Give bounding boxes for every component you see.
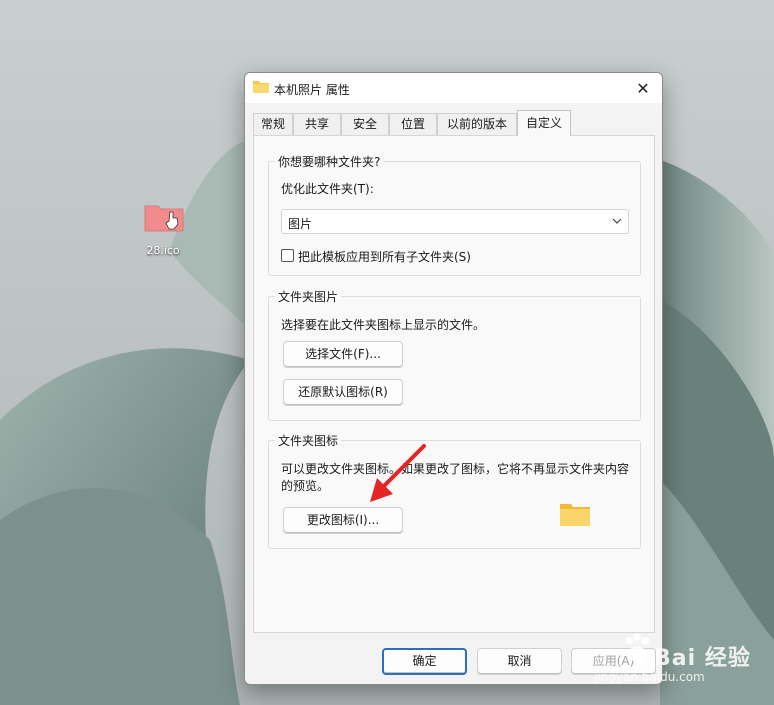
tab-previous-versions[interactable]: 以前的版本 <box>437 113 517 135</box>
restore-default-icon-button[interactable]: 还原默认图标(R) <box>283 379 403 406</box>
desktop-file-icon[interactable]: 28.ico <box>132 196 194 266</box>
cancel-button[interactable]: 取消 <box>477 648 562 675</box>
dialog-title: 本机照片 属性 <box>274 83 350 97</box>
tab-security[interactable]: 安全 <box>341 113 389 135</box>
change-icon-button[interactable]: 更改图标(I)... <box>283 507 403 534</box>
folder-type-group: 你想要哪种文件夹? 优化此文件夹(T): 图片 把此模板应用到所有子文件夹(S) <box>268 153 641 276</box>
folder-icon-description-line2: 的预览。 <box>281 479 330 493</box>
chevron-down-icon <box>612 218 622 224</box>
pink-folder-hand-icon <box>144 205 184 232</box>
folder-type-legend: 你想要哪种文件夹? <box>275 153 384 170</box>
tab-customize[interactable]: 自定义 <box>517 110 571 136</box>
folder-picture-group: 文件夹图片 选择要在此文件夹图标上显示的文件。 选择文件(F)... 还原默认图… <box>268 288 641 421</box>
ok-button[interactable]: 确定 <box>382 648 467 675</box>
apply-subfolders-checkbox[interactable] <box>281 249 294 262</box>
folder-picture-legend: 文件夹图片 <box>275 288 342 305</box>
tab-location[interactable]: 位置 <box>389 113 437 135</box>
folder-picture-description: 选择要在此文件夹图标上显示的文件。 <box>281 318 486 332</box>
properties-dialog: 本机照片 属性 ✕ 常规 共享 安全 位置 以前的版本 自定义 你想要哪种文件夹… <box>244 72 663 685</box>
folder-type-dropdown[interactable]: 图片 <box>281 209 629 234</box>
paw-logo-icon <box>625 633 649 662</box>
optimize-label: 优化此文件夹(T): <box>281 182 374 196</box>
watermark-brand: Bai 经验 <box>654 646 751 671</box>
folder-icon-group: 文件夹图标 可以更改文件夹图标。如果更改了图标，它将不再显示文件夹内容 的预览。… <box>268 432 641 549</box>
choose-file-button[interactable]: 选择文件(F)... <box>283 341 403 368</box>
watermark-url: jingyan.baidu.com <box>594 670 705 684</box>
desktop-icon-label: 28.ico <box>146 244 180 257</box>
dropdown-value: 图片 <box>288 217 313 231</box>
tab-sharing[interactable]: 共享 <box>293 113 341 135</box>
folder-icon-description-line1: 可以更改文件夹图标。如果更改了图标，它将不再显示文件夹内容 <box>281 462 630 476</box>
baidu-watermark: Bai 经验 jingyan.baidu.com <box>590 622 770 692</box>
customize-panel: 你想要哪种文件夹? 优化此文件夹(T): 图片 把此模板应用到所有子文件夹(S)… <box>253 135 655 633</box>
folder-preview-icon <box>560 504 590 526</box>
close-icon: ✕ <box>636 78 650 98</box>
tab-general[interactable]: 常规 <box>253 113 293 135</box>
apply-subfolders-label: 把此模板应用到所有子文件夹(S) <box>298 250 471 264</box>
folder-icon-legend: 文件夹图标 <box>275 432 342 449</box>
folder-icon <box>253 81 269 93</box>
title-bar[interactable]: 本机照片 属性 ✕ <box>245 73 662 103</box>
close-button[interactable]: ✕ <box>624 73 662 103</box>
